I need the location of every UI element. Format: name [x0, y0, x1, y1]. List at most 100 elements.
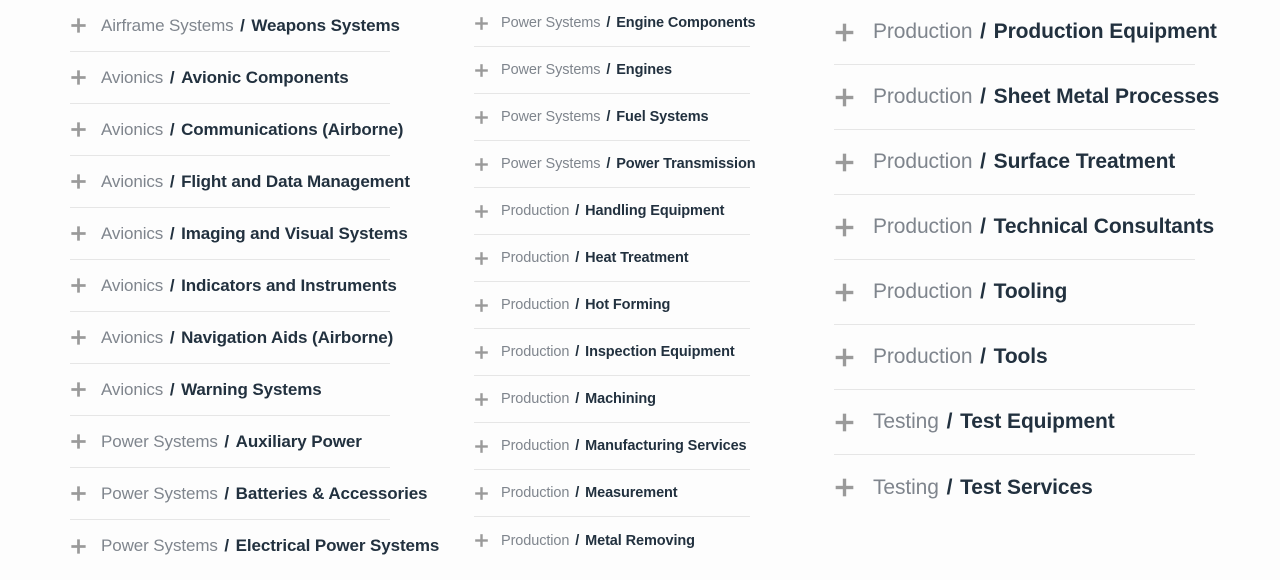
category-separator: /: [169, 379, 175, 399]
plus-icon[interactable]: [474, 392, 489, 407]
plus-icon[interactable]: [70, 69, 87, 86]
category-row[interactable]: Testing / Test Equipment: [834, 390, 1195, 455]
category-prefix: Production: [873, 345, 973, 368]
category-row[interactable]: Power Systems / Electrical Power Systems: [70, 520, 439, 572]
plus-icon[interactable]: [474, 204, 489, 219]
category-label: Production / Production Equipment: [873, 20, 1217, 44]
category-row[interactable]: Production / Inspection Equipment: [474, 329, 750, 376]
category-row[interactable]: Production / Heat Treatment: [474, 235, 750, 282]
plus-icon[interactable]: [474, 533, 489, 548]
category-row[interactable]: Avionics / Communications (Airborne): [70, 104, 403, 156]
plus-icon[interactable]: [70, 329, 87, 346]
plus-icon[interactable]: [474, 110, 489, 125]
category-row[interactable]: Production / Machining: [474, 376, 750, 423]
category-row[interactable]: Airframe Systems / Weapons Systems: [70, 0, 400, 52]
category-separator: /: [169, 119, 175, 139]
category-prefix: Airframe Systems: [101, 15, 234, 35]
category-separator: /: [980, 215, 986, 238]
plus-icon[interactable]: [834, 282, 855, 303]
category-separator: /: [606, 15, 611, 31]
category-row[interactable]: Production / Metal Removing: [474, 517, 750, 564]
category-row[interactable]: Production / Manufacturing Services: [474, 423, 750, 470]
category-label: Production / Heat Treatment: [501, 250, 689, 266]
category-row[interactable]: Avionics / Imaging and Visual Systems: [70, 208, 408, 260]
category-row[interactable]: Power Systems / Fuel Systems: [474, 94, 750, 141]
category-row[interactable]: Production / Production Equipment: [834, 0, 1217, 65]
plus-icon[interactable]: [474, 251, 489, 266]
category-row[interactable]: Power Systems / Auxiliary Power: [70, 416, 390, 468]
category-name: Machining: [585, 391, 656, 407]
category-label: Power Systems / Auxiliary Power: [101, 432, 362, 452]
plus-icon[interactable]: [70, 225, 87, 242]
category-row[interactable]: Avionics / Warning Systems: [70, 364, 390, 416]
category-row[interactable]: Production / Surface Treatment: [834, 130, 1195, 195]
plus-icon[interactable]: [70, 17, 87, 34]
category-row[interactable]: Production / Hot Forming: [474, 282, 750, 329]
category-row[interactable]: Power Systems / Batteries & Accessories: [70, 468, 428, 520]
category-separator: /: [224, 483, 230, 503]
category-name: Inspection Equipment: [585, 344, 735, 360]
category-label: Testing / Test Equipment: [873, 410, 1115, 434]
plus-icon[interactable]: [834, 217, 855, 238]
category-row[interactable]: Power Systems / Engines: [474, 47, 750, 94]
category-row[interactable]: Power Systems / Power Transmission: [474, 141, 756, 188]
plus-icon[interactable]: [834, 347, 855, 368]
plus-icon[interactable]: [834, 22, 855, 43]
plus-icon[interactable]: [70, 277, 87, 294]
category-separator: /: [606, 156, 611, 172]
category-name: Test Equipment: [960, 410, 1115, 433]
category-row[interactable]: Avionics / Avionic Components: [70, 52, 390, 104]
category-label: Production / Surface Treatment: [873, 150, 1175, 174]
category-row[interactable]: Production / Handling Equipment: [474, 188, 750, 235]
plus-icon[interactable]: [474, 298, 489, 313]
category-name: Engine Components: [616, 15, 756, 31]
category-row[interactable]: Production / Tooling: [834, 260, 1195, 325]
plus-icon[interactable]: [834, 152, 855, 173]
plus-icon[interactable]: [474, 439, 489, 454]
plus-icon[interactable]: [474, 16, 489, 31]
category-prefix: Avionics: [101, 171, 164, 191]
category-browser: Airframe Systems / Weapons Systems Avioni…: [0, 0, 1280, 580]
category-label: Production / Machining: [501, 391, 656, 407]
category-prefix: Avionics: [101, 275, 164, 295]
category-prefix: Avionics: [101, 67, 164, 87]
category-row[interactable]: Production / Tools: [834, 325, 1195, 390]
category-label: Power Systems / Engines: [501, 62, 672, 78]
category-row[interactable]: Production / Sheet Metal Processes: [834, 65, 1219, 130]
category-prefix: Production: [501, 344, 570, 360]
category-name: Hot Forming: [585, 297, 671, 313]
plus-icon[interactable]: [474, 63, 489, 78]
category-row[interactable]: Production / Technical Consultants: [834, 195, 1214, 260]
category-row[interactable]: Avionics / Navigation Aids (Airborne): [70, 312, 393, 364]
category-label: Power Systems / Engine Components: [501, 15, 756, 31]
category-separator: /: [606, 109, 611, 125]
plus-icon[interactable]: [474, 157, 489, 172]
plus-icon[interactable]: [474, 486, 489, 501]
plus-icon[interactable]: [70, 433, 87, 450]
category-label: Power Systems / Batteries & Accessories: [101, 483, 428, 504]
category-separator: /: [575, 438, 580, 454]
category-name: Measurement: [585, 485, 678, 501]
column-middle: Power Systems / Engine Components Power S…: [474, 0, 756, 564]
category-name: Fuel Systems: [616, 109, 709, 125]
plus-icon[interactable]: [70, 121, 87, 138]
category-row[interactable]: Avionics / Indicators and Instruments: [70, 260, 397, 312]
category-name: Weapons Systems: [251, 15, 400, 35]
plus-icon[interactable]: [834, 412, 855, 433]
category-prefix: Production: [873, 20, 973, 43]
category-prefix: Production: [501, 532, 570, 549]
plus-icon[interactable]: [834, 87, 855, 108]
plus-icon[interactable]: [834, 477, 855, 498]
plus-icon[interactable]: [70, 173, 87, 190]
category-row[interactable]: Testing / Test Services: [834, 455, 1195, 520]
category-row[interactable]: Power Systems / Engine Components: [474, 0, 756, 47]
category-row[interactable]: Production / Measurement: [474, 470, 750, 517]
plus-icon[interactable]: [474, 345, 489, 360]
plus-icon[interactable]: [70, 538, 87, 555]
plus-icon[interactable]: [70, 485, 87, 502]
plus-icon[interactable]: [70, 381, 87, 398]
category-row[interactable]: Avionics / Flight and Data Management: [70, 156, 410, 208]
category-prefix: Production: [873, 85, 973, 108]
category-separator: /: [240, 15, 245, 35]
category-prefix: Avionics: [101, 119, 164, 139]
